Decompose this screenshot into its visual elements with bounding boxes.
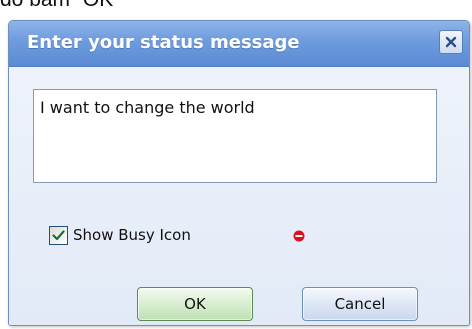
ok-button[interactable]: OK (137, 287, 253, 321)
background-caption: đó bấm “OK” (0, 0, 200, 11)
close-x-icon (445, 36, 457, 48)
show-busy-icon-checkbox[interactable]: Show Busy Icon (49, 224, 191, 246)
close-button[interactable] (439, 30, 463, 54)
dialog-body: I want to change the world Show Busy Ico… (9, 67, 469, 325)
dialog-title: Enter your status message (27, 32, 300, 53)
status-message-dialog: Enter your status message I want to chan… (8, 20, 470, 326)
dialog-title-bar[interactable]: Enter your status message (9, 21, 469, 67)
checkmark-icon (52, 229, 65, 240)
status-message-input[interactable]: I want to change the world (33, 89, 437, 183)
cancel-button[interactable]: Cancel (302, 287, 418, 321)
show-busy-icon-label: Show Busy Icon (73, 226, 191, 244)
busy-red-dot-icon (293, 230, 305, 242)
checkbox-box[interactable] (49, 225, 68, 245)
